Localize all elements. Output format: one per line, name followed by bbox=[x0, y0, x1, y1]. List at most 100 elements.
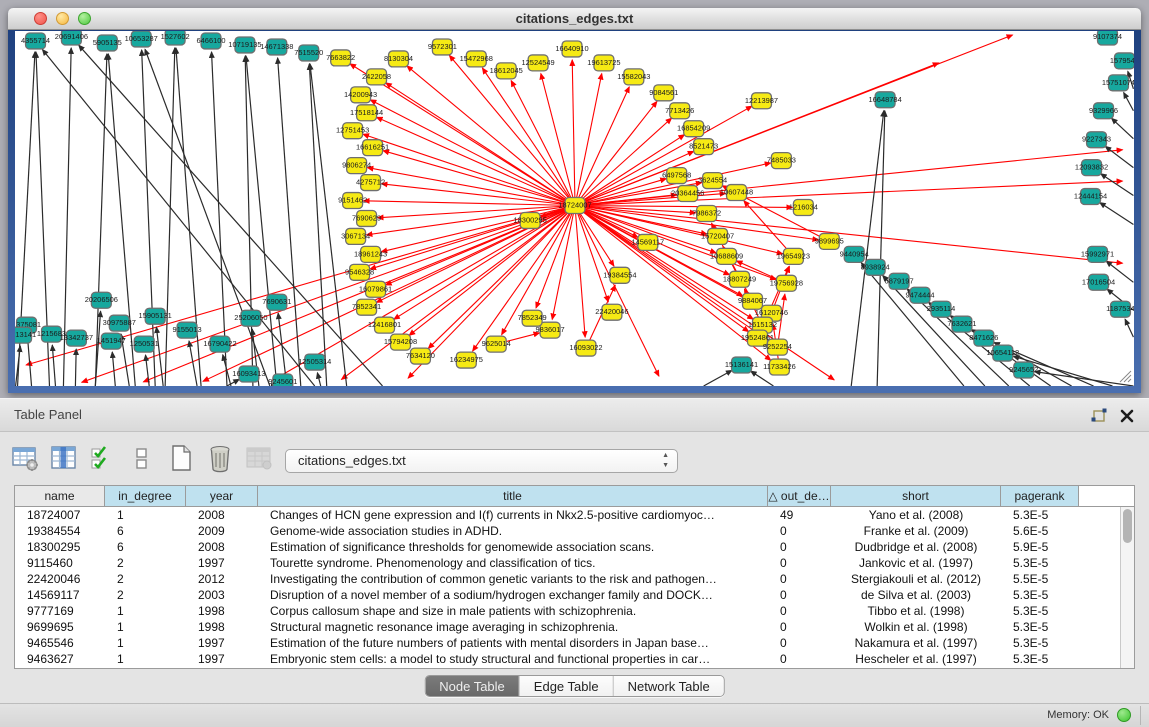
graph-node[interactable]: 18612045 bbox=[490, 63, 523, 79]
table-cell[interactable]: Corpus callosum shape and size in male p… bbox=[258, 603, 768, 619]
column-header-title[interactable]: title bbox=[258, 486, 768, 506]
table-cell[interactable]: Franke et al. (2009) bbox=[831, 523, 1001, 539]
table-cell[interactable]: 0 bbox=[768, 651, 831, 667]
delete-table-icon[interactable] bbox=[205, 443, 235, 473]
scrollbar-thumb[interactable] bbox=[1123, 509, 1132, 543]
table-cell[interactable]: Yano et al. (2008) bbox=[831, 507, 1001, 523]
table-cell[interactable]: 19384554 bbox=[15, 523, 105, 539]
graph-node[interactable]: 1216034 bbox=[789, 200, 818, 216]
window-titlebar[interactable]: citations_edges.txt bbox=[8, 8, 1141, 30]
graph-node[interactable]: 20206506 bbox=[85, 292, 118, 308]
table-cell[interactable]: Tibbo et al. (1998) bbox=[831, 603, 1001, 619]
new-document-icon[interactable] bbox=[166, 443, 196, 473]
table-row[interactable]: 1872400712008Changes of HCN gene express… bbox=[15, 507, 1120, 523]
table-cell[interactable]: 5.3E-5 bbox=[1001, 507, 1079, 523]
table-cell[interactable]: 2012 bbox=[186, 571, 258, 587]
column-header-short[interactable]: short bbox=[831, 486, 1001, 506]
graph-node[interactable]: 17016504 bbox=[1082, 274, 1115, 290]
table-cell[interactable]: 0 bbox=[768, 555, 831, 571]
graph-node[interactable]: 8471626 bbox=[969, 330, 998, 346]
table-cell[interactable]: 0 bbox=[768, 523, 831, 539]
table-cell[interactable]: de Silva et al. (2003) bbox=[831, 587, 1001, 603]
graph-node[interactable]: 9155013 bbox=[173, 322, 202, 338]
table-cell[interactable]: 0 bbox=[768, 635, 831, 651]
table-cell[interactable]: Structural magnetic resonance image aver… bbox=[258, 619, 768, 635]
table-cell[interactable]: 0 bbox=[768, 539, 831, 555]
graph-node[interactable]: 7632621 bbox=[947, 316, 976, 332]
table-row[interactable]: 1456911722003Disruption of a novel membe… bbox=[15, 587, 1120, 603]
graph-node[interactable]: 7663822 bbox=[326, 50, 355, 66]
graph-node[interactable]: 7690629 bbox=[352, 210, 381, 226]
graph-node[interactable]: 8521473 bbox=[689, 139, 718, 155]
graph-node[interactable]: 9625014 bbox=[482, 336, 511, 352]
table-cell[interactable]: 1 bbox=[105, 651, 186, 667]
table-cell[interactable]: Nakamura et al. (1997) bbox=[831, 635, 1001, 651]
table-vertical-scrollbar[interactable] bbox=[1120, 507, 1134, 668]
graph-node[interactable]: 9806274 bbox=[342, 158, 371, 174]
table-cell[interactable]: Estimation of the future numbers of pati… bbox=[258, 635, 768, 651]
graph-node[interactable]: 1187534 bbox=[1106, 301, 1134, 317]
column-header-pagerank[interactable]: pagerank bbox=[1001, 486, 1079, 506]
graph-node[interactable]: 12505314 bbox=[298, 354, 331, 370]
table-row[interactable]: 969969511998Structural magnetic resonanc… bbox=[15, 619, 1120, 635]
table-row[interactable]: 911546021997Tourette syndrome. Phenomeno… bbox=[15, 555, 1120, 571]
table-cell[interactable]: 1997 bbox=[186, 651, 258, 667]
table-cell[interactable]: 1 bbox=[105, 635, 186, 651]
table-row[interactable]: 977716911998Corpus callosum shape and si… bbox=[15, 603, 1120, 619]
table-cell[interactable]: 18300295 bbox=[15, 539, 105, 555]
table-cell[interactable]: 2003 bbox=[186, 587, 258, 603]
graph-node[interactable]: 8130304 bbox=[384, 51, 413, 67]
graph-node[interactable]: 9107374 bbox=[1093, 31, 1122, 45]
table-cell[interactable]: Genome-wide association studies in ADHD. bbox=[258, 523, 768, 539]
table-cell[interactable]: 2 bbox=[105, 555, 186, 571]
graph-node[interactable]: 6466100 bbox=[196, 33, 225, 49]
graph-node[interactable]: 12444154 bbox=[1074, 189, 1107, 205]
graph-node[interactable]: 15472968 bbox=[460, 51, 493, 67]
table-cell[interactable]: 2 bbox=[105, 587, 186, 603]
graph-node[interactable]: 7485033 bbox=[767, 153, 796, 169]
table-cell[interactable]: Jankovic et al. (1997) bbox=[831, 555, 1001, 571]
graph-node[interactable]: 9245652 bbox=[1009, 362, 1038, 378]
graph-node[interactable]: 4275712 bbox=[356, 175, 385, 191]
column-header-out_de[interactable]: △ out_de… bbox=[768, 486, 831, 506]
table-cell[interactable]: 9115460 bbox=[15, 555, 105, 571]
table-cell[interactable]: 6 bbox=[105, 523, 186, 539]
graph-node[interactable]: 15794208 bbox=[384, 334, 417, 350]
graph-node[interactable]: 10653287 bbox=[125, 31, 158, 47]
graph-node[interactable]: 9245601 bbox=[268, 374, 297, 386]
table-cell[interactable]: Stergiakouli et al. (2012) bbox=[831, 571, 1001, 587]
column-header-in_degree[interactable]: in_degree bbox=[105, 486, 186, 506]
graph-node[interactable]: 18961243 bbox=[354, 246, 387, 262]
graph-node[interactable]: 16234975 bbox=[450, 352, 483, 368]
table-cell[interactable]: 5.3E-5 bbox=[1001, 587, 1079, 603]
import-table-icon[interactable] bbox=[244, 443, 274, 473]
select-columns-icon[interactable] bbox=[49, 443, 79, 473]
graph-node[interactable]: 19654923 bbox=[777, 248, 810, 264]
table-cell[interactable]: Investigating the contribution of common… bbox=[258, 571, 768, 587]
table-cell[interactable]: 1 bbox=[105, 603, 186, 619]
table-cell[interactable]: 22420046 bbox=[15, 571, 105, 587]
graph-node[interactable]: 8938924 bbox=[861, 259, 890, 275]
graph-node[interactable]: 15751074 bbox=[1102, 75, 1134, 91]
table-cell[interactable]: 1998 bbox=[186, 619, 258, 635]
table-cell[interactable]: 5.3E-5 bbox=[1001, 651, 1079, 667]
graph-node[interactable]: 15582043 bbox=[617, 69, 650, 85]
graph-node[interactable]: 9084561 bbox=[649, 85, 678, 101]
table-cell[interactable]: 5.6E-5 bbox=[1001, 523, 1079, 539]
float-panel-icon[interactable] bbox=[1089, 406, 1109, 426]
graph-node[interactable]: 7986372 bbox=[692, 206, 721, 222]
graph-node[interactable]: 15720407 bbox=[701, 228, 734, 244]
table-cell[interactable]: 1 bbox=[105, 619, 186, 635]
column-header-name[interactable]: name bbox=[15, 486, 105, 506]
table-cell[interactable]: Tourette syndrome. Phenomenology and cla… bbox=[258, 555, 768, 571]
graph-node[interactable]: 19384554 bbox=[603, 267, 636, 283]
table-cell[interactable]: Disruption of a novel member of a sodium… bbox=[258, 587, 768, 603]
graph-node[interactable]: 1527602 bbox=[161, 31, 190, 45]
table-cell[interactable]: 2008 bbox=[186, 507, 258, 523]
table-row[interactable]: 2242004622012Investigating the contribut… bbox=[15, 571, 1120, 587]
tab-edge-table[interactable]: Edge Table bbox=[520, 676, 614, 696]
graph-node[interactable]: 11733426 bbox=[763, 359, 796, 375]
graph-node[interactable]: 9227343 bbox=[1082, 132, 1111, 148]
table-cell[interactable]: 0 bbox=[768, 587, 831, 603]
table-cell[interactable]: Dudbridge et al. (2008) bbox=[831, 539, 1001, 555]
